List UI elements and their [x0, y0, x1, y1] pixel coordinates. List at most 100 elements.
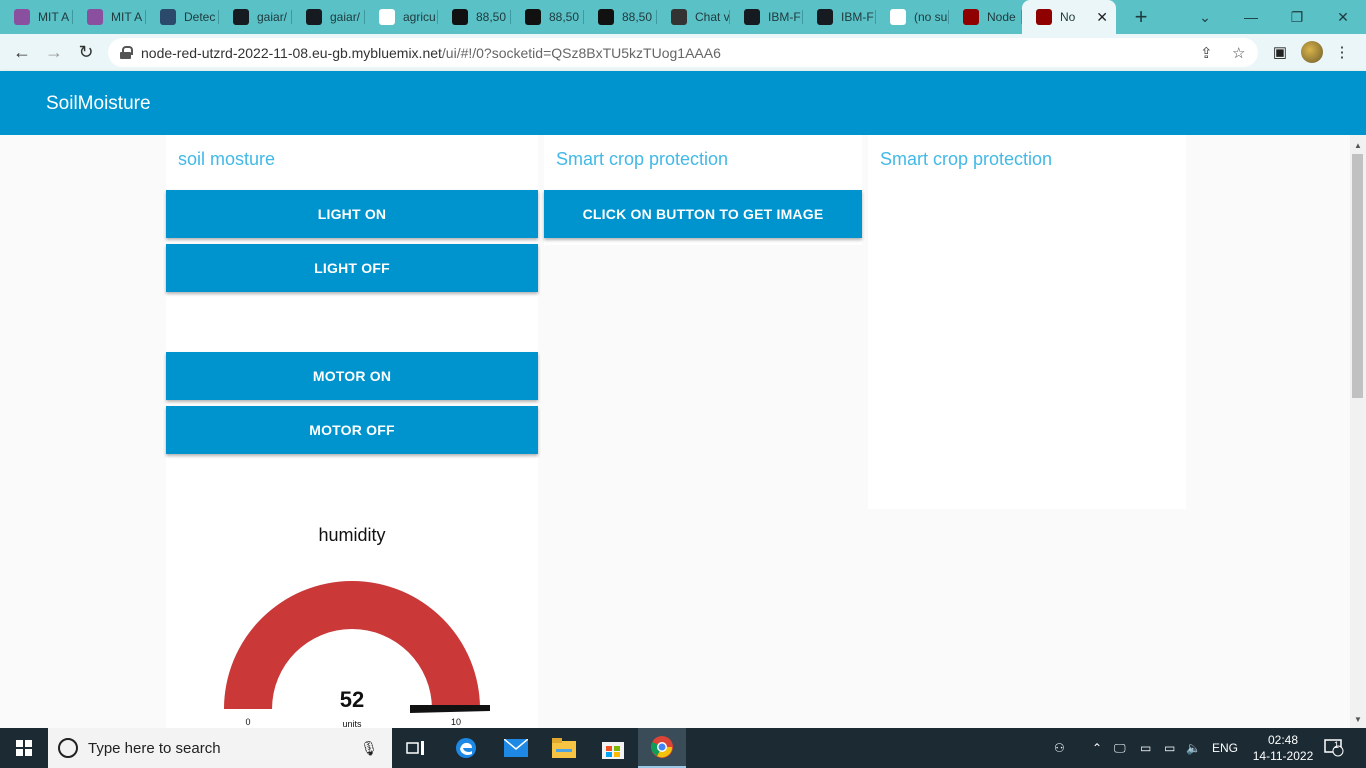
github-icon: [233, 9, 249, 25]
browser-tab[interactable]: gaiar/: [219, 0, 292, 34]
browser-tab-title: agricu: [403, 10, 436, 24]
scrollbar-thumb[interactable]: [1352, 154, 1363, 398]
github-icon: [744, 9, 760, 25]
scroll-up-arrow-icon[interactable]: ▲: [1350, 137, 1366, 153]
browser-tab-title: Node: [987, 10, 1016, 24]
task-view-icon[interactable]: [392, 728, 440, 768]
google-icon: [379, 9, 395, 25]
battery-icon[interactable]: ▭: [1164, 728, 1175, 768]
dashboard-title: SoilMoisture: [46, 93, 151, 114]
profile-avatar[interactable]: [1298, 38, 1326, 66]
clock[interactable]: 02:48 14-11-2022: [1246, 728, 1320, 768]
browser-tab-strip: MIT A MIT A Detec gaiar/gaiar/agricu 88,50 88…: [0, 0, 1366, 34]
group-title: soil mosture: [178, 149, 276, 169]
show-hidden-icons-chevron-icon[interactable]: ⌃: [1092, 728, 1102, 768]
start-button[interactable]: [0, 728, 48, 768]
people-icon[interactable]: ⚇: [1054, 728, 1065, 768]
browser-tab[interactable]: 88,50: [511, 0, 584, 34]
dashboard-header: SoilMoisture: [0, 71, 1366, 135]
github-icon: [306, 9, 322, 25]
browser-tab[interactable]: gaiar/: [292, 0, 365, 34]
edge-browser-icon[interactable]: [442, 728, 490, 768]
menu-kebab-icon[interactable]: ⋮: [1328, 38, 1356, 66]
get-image-button[interactable]: CLICK ON BUTTON TO GET IMAGE: [544, 190, 862, 238]
group-smart-crop-protection-1: Smart crop protection CLICK ON BUTTON TO…: [544, 135, 862, 245]
chat-globe-icon: [671, 9, 687, 25]
network-icon[interactable]: 🖵: [1114, 728, 1126, 768]
browser-tab-title: Chat v: [695, 10, 730, 24]
reload-button[interactable]: ↻: [70, 37, 102, 69]
group-title: Smart crop protection: [880, 149, 1053, 169]
share-icon[interactable]: ⇪: [1200, 44, 1213, 62]
close-window-button[interactable]: ✕: [1320, 0, 1366, 34]
mit-app-inventor-icon: [14, 9, 30, 25]
group-title: Smart crop protection: [556, 149, 729, 169]
cortana-circle-icon: [58, 738, 78, 758]
restore-button[interactable]: ❐: [1274, 0, 1320, 34]
side-panel-icon[interactable]: ▣: [1266, 38, 1294, 66]
new-tab-button[interactable]: +: [1124, 0, 1158, 34]
browser-tab[interactable]: Node: [949, 0, 1022, 34]
browser-tab[interactable]: 88,50: [438, 0, 511, 34]
browser-tab-title: No: [1060, 10, 1076, 24]
browser-tab[interactable]: agricu: [365, 0, 438, 34]
scroll-down-arrow-icon[interactable]: ▼: [1350, 711, 1366, 727]
taskbar-search-box[interactable]: Type here to search 🎙: [48, 728, 392, 768]
browser-tab[interactable]: MIT A: [73, 0, 146, 34]
browser-tab[interactable]: IBM-F: [730, 0, 803, 34]
browser-tab-title: 88,50: [476, 10, 507, 24]
browser-tab-title: gaiar/: [330, 10, 361, 24]
taskbar-search-placeholder: Type here to search: [88, 739, 221, 757]
browser-tab[interactable]: MIT A: [0, 0, 73, 34]
device-icon[interactable]: ▭: [1140, 728, 1151, 768]
forward-button[interactable]: →: [38, 37, 70, 69]
browser-tab-title: Detec: [184, 10, 216, 24]
browser-tab[interactable]: Chat v: [657, 0, 730, 34]
light-on-button[interactable]: LIGHT ON: [166, 190, 538, 238]
back-button[interactable]: ←: [6, 37, 38, 69]
volume-icon[interactable]: 🔈: [1186, 728, 1201, 768]
clock-time: 02:48: [1267, 733, 1299, 747]
browser-tab[interactable]: (no su: [876, 0, 949, 34]
url-path: /ui/#!/0?socketid=QSz8BxTU5kzTUog1AAA6: [441, 44, 721, 61]
file-explorer-icon[interactable]: [540, 728, 588, 768]
mit-app-inventor-icon: [87, 9, 103, 25]
language-indicator[interactable]: ENG: [1212, 728, 1238, 768]
gauge-units: units: [342, 719, 362, 728]
microphone-icon[interactable]: 🎙: [360, 740, 378, 757]
group-smart-crop-protection-2: Smart crop protection: [868, 135, 1186, 509]
browser-tab[interactable]: 88,50: [584, 0, 657, 34]
group-soil-mosture: soil mosture LIGHT ON LIGHT OFF MOTOR ON…: [166, 135, 538, 728]
minimize-button[interactable]: —: [1228, 0, 1274, 34]
motor-on-button[interactable]: MOTOR ON: [166, 352, 538, 400]
motor-off-button[interactable]: MOTOR OFF: [166, 406, 538, 454]
url-host: node-red-utzrd-2022-11-08.eu-gb.mybluemi…: [141, 44, 442, 61]
browser-tab-title: IBM-F: [841, 10, 874, 24]
browser-tab[interactable]: No ✕: [1022, 0, 1116, 34]
light-off-button[interactable]: LIGHT OFF: [166, 244, 538, 292]
mail-icon[interactable]: [492, 728, 540, 768]
browser-tab-title: IBM-F: [768, 10, 801, 24]
gauge-min: 0: [245, 717, 250, 727]
is-icon: [452, 9, 468, 25]
browser-tab-title: MIT A: [38, 10, 70, 24]
browser-tab[interactable]: Detec: [146, 0, 219, 34]
notification-center-icon[interactable]: 1: [1324, 728, 1344, 768]
tds-icon: [160, 9, 176, 25]
browser-tab[interactable]: IBM-F: [803, 0, 876, 34]
tab-search-chevron-icon[interactable]: ⌄: [1182, 0, 1228, 34]
is-icon: [598, 9, 614, 25]
gauge-title: humidity: [318, 525, 386, 545]
close-tab-icon[interactable]: ✕: [1096, 9, 1108, 26]
node-red-icon: [963, 9, 979, 25]
chrome-icon[interactable]: [638, 728, 686, 768]
bookmark-star-icon[interactable]: ☆: [1232, 44, 1245, 62]
browser-toolbar: ← → ↻ node-red-utzrd-2022-11-08.eu-gb.my…: [0, 34, 1366, 71]
browser-tab-title: gaiar/: [257, 10, 288, 24]
browser-tab-title: (no su: [914, 10, 948, 24]
dashboard-content: soil mosture LIGHT ON LIGHT OFF MOTOR ON…: [0, 135, 1350, 728]
browser-tab-title: 88,50: [622, 10, 653, 24]
address-bar[interactable]: node-red-utzrd-2022-11-08.eu-gb.mybluemi…: [108, 38, 1258, 67]
microsoft-store-icon[interactable]: [589, 728, 637, 768]
windows-logo-icon: [16, 740, 32, 756]
